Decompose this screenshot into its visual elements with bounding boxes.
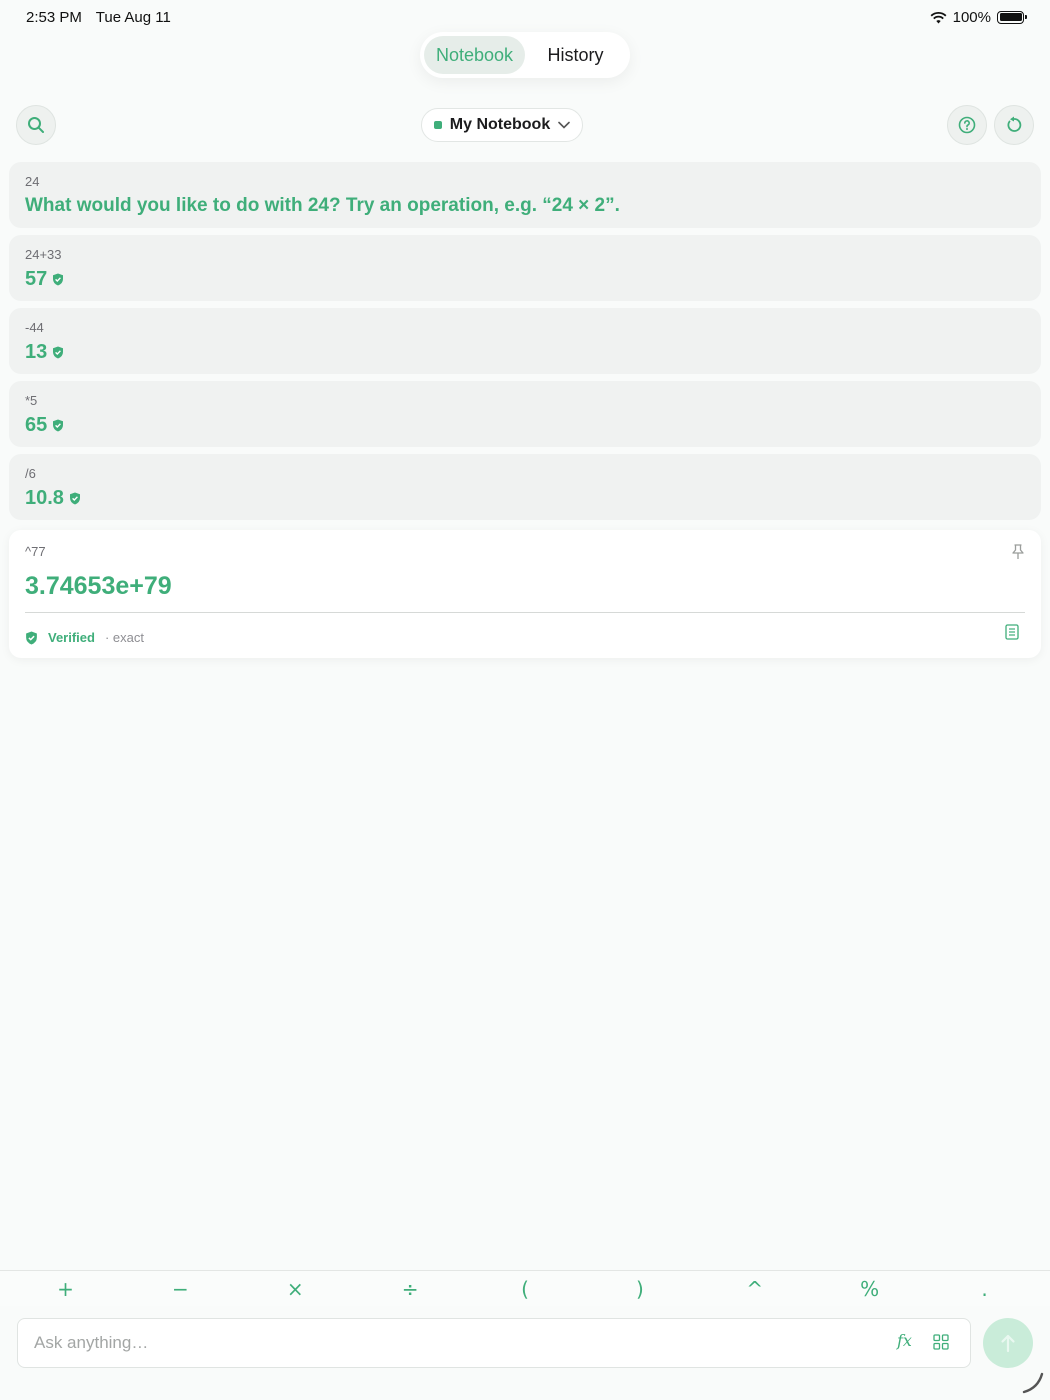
calc-card[interactable]: 24+33 57	[9, 235, 1041, 301]
ask-input[interactable]	[17, 1318, 971, 1368]
tab-history[interactable]: History	[525, 36, 626, 74]
verified-label: Verified	[48, 630, 95, 645]
calculation-list: 24 What would you like to do with 24? Tr…	[9, 162, 1041, 527]
verified-shield-icon	[26, 631, 37, 644]
card-result: 10.8	[25, 487, 64, 509]
battery-icon	[997, 10, 1027, 24]
exact-label: · exact	[104, 630, 144, 645]
divider	[25, 612, 1025, 613]
view-switcher: Notebook History	[420, 32, 630, 78]
op-minus-key[interactable]: −	[123, 1277, 238, 1301]
calc-card[interactable]: -44 13	[9, 308, 1041, 374]
help-button[interactable]	[947, 105, 987, 145]
reset-button[interactable]	[994, 105, 1034, 145]
card-expression: ^77	[25, 544, 46, 559]
op-decimal-key[interactable]: .	[927, 1277, 1042, 1301]
grid-button[interactable]	[933, 1334, 949, 1355]
arrow-up-icon	[1001, 1334, 1015, 1353]
help-icon	[958, 116, 976, 134]
calc-card[interactable]: *5 65	[9, 381, 1041, 447]
active-calc-card[interactable]: ^77 3.74653e+79 Verified · exact	[9, 530, 1041, 658]
op-divide-key[interactable]: ÷	[353, 1277, 468, 1301]
search-button[interactable]	[16, 105, 56, 145]
wifi-icon	[930, 11, 947, 23]
reset-icon	[1007, 116, 1022, 132]
op-multiply-key[interactable]: ×	[238, 1277, 353, 1301]
input-row: 𝑓x	[17, 1318, 1033, 1368]
op-close-paren-key[interactable]: )	[582, 1277, 697, 1301]
op-percent-key[interactable]: %	[812, 1277, 927, 1301]
card-expression: 24+33	[25, 247, 62, 262]
pin-icon	[1012, 544, 1024, 559]
card-expression: *5	[25, 393, 38, 408]
battery-percent: 100%	[952, 8, 991, 26]
verified-shield-icon	[53, 346, 64, 359]
calc-card[interactable]: 24 What would you like to do with 24? Tr…	[9, 162, 1041, 228]
tab-notebook[interactable]: Notebook	[424, 36, 525, 74]
verified-shield-icon	[53, 419, 64, 432]
status-bar: 2:53 PM Tue Aug 11 100%	[0, 0, 1050, 34]
notebook-name: My Notebook	[449, 116, 551, 133]
document-icon	[1005, 624, 1019, 640]
search-icon	[28, 117, 44, 133]
card-result: 13	[25, 341, 48, 363]
details-button[interactable]	[1005, 624, 1019, 645]
card-result: What would you like to do with 24? Try a…	[25, 195, 620, 216]
chevron-down-icon	[558, 121, 571, 129]
op-plus-key[interactable]: +	[8, 1277, 123, 1301]
card-expression: 24	[25, 174, 40, 189]
op-open-paren-key[interactable]: (	[468, 1277, 583, 1301]
status-time: 2:53 PM	[26, 8, 82, 26]
card-expression: /6	[25, 466, 36, 481]
calc-card[interactable]: /6 10.8	[9, 454, 1041, 520]
verified-shield-icon	[69, 492, 80, 505]
op-power-key[interactable]: ^	[697, 1277, 812, 1301]
pin-button[interactable]	[1011, 544, 1025, 565]
card-result: 57	[25, 268, 48, 290]
status-date: Tue Aug 11	[95, 8, 171, 26]
operator-bar: + − × ÷ ( ) ^ % .	[0, 1270, 1050, 1306]
notebook-picker[interactable]: My Notebook	[421, 108, 583, 142]
function-button[interactable]: 𝑓x	[897, 1331, 912, 1350]
notebook-color-dot	[433, 121, 442, 129]
grid-icon	[933, 1334, 949, 1350]
verified-shield-icon	[53, 273, 64, 286]
card-result: 3.74653e+79	[25, 572, 172, 600]
card-result: 65	[25, 414, 48, 436]
card-expression: -44	[25, 320, 44, 335]
send-button[interactable]	[983, 1318, 1033, 1368]
resize-corner-icon	[1022, 1372, 1044, 1394]
